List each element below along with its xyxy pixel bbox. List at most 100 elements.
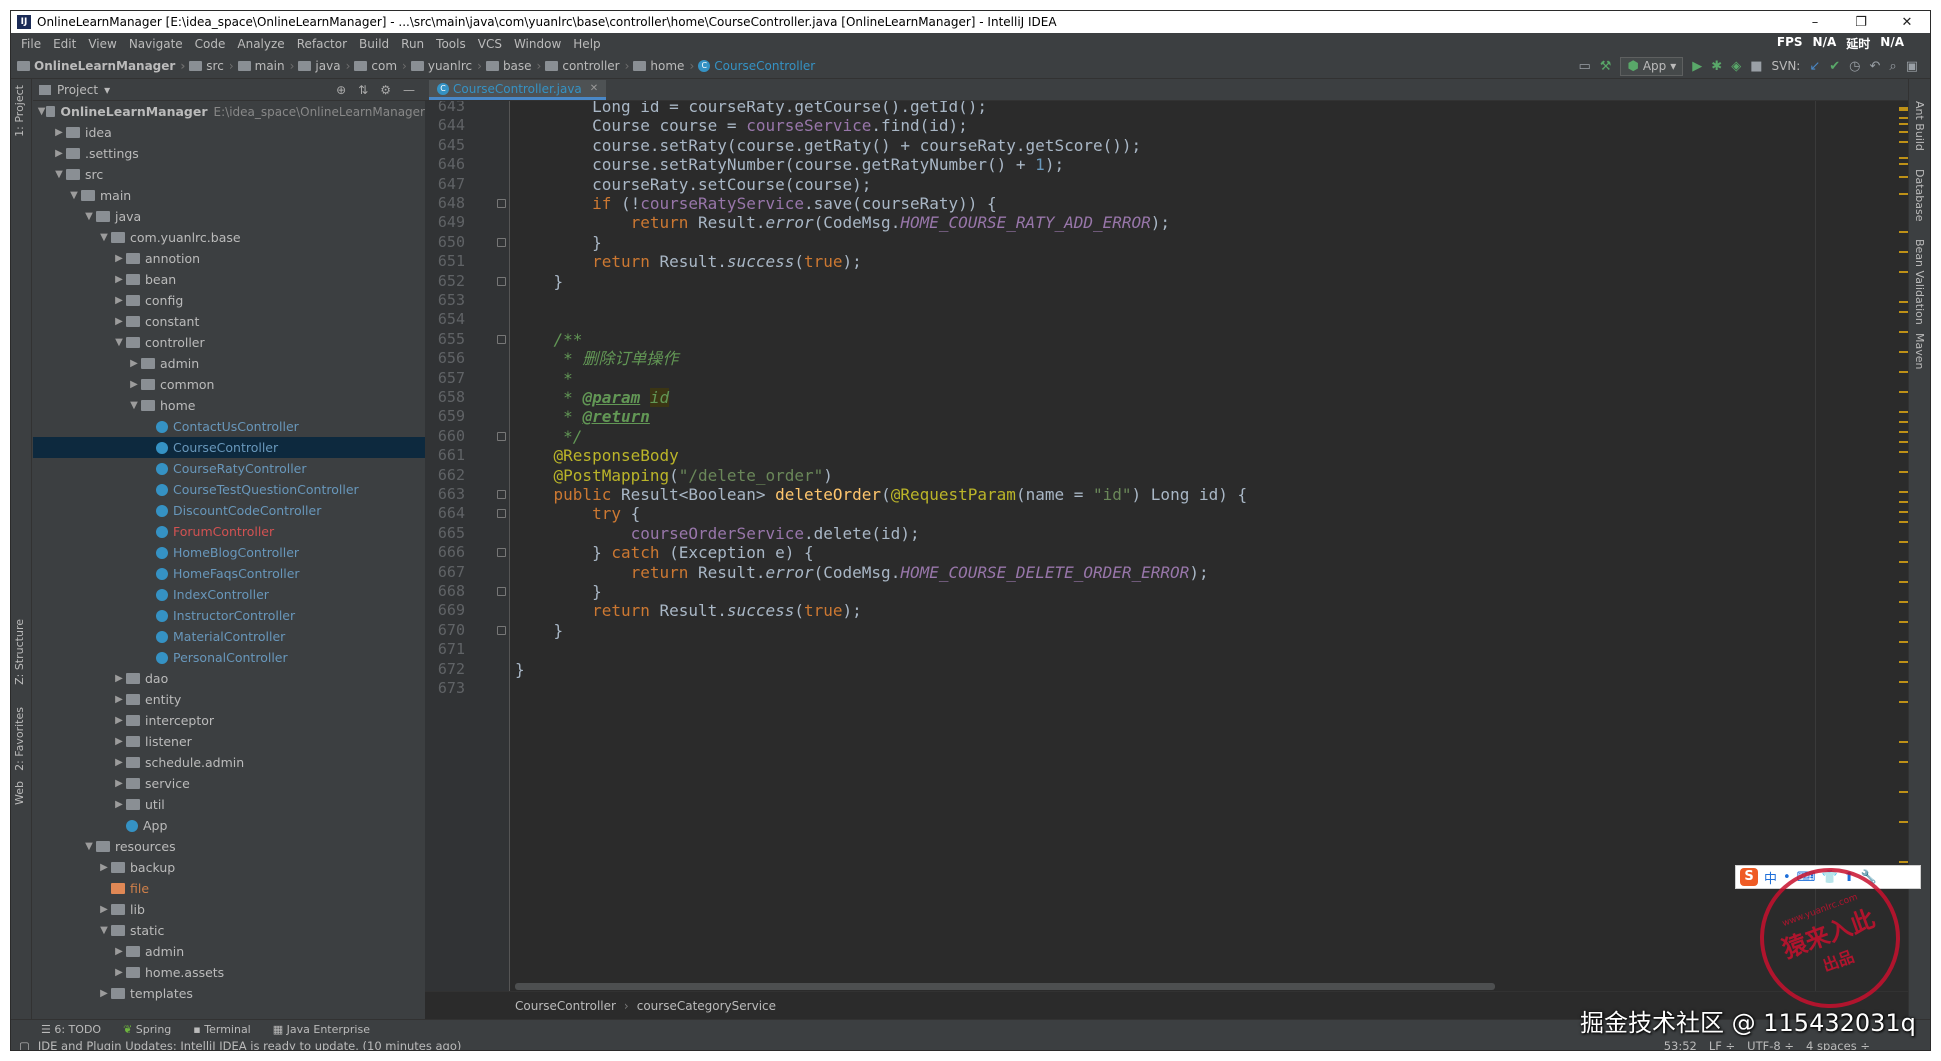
fold-icon[interactable] — [497, 490, 506, 499]
tree-folder-item[interactable]: ▼ main — [33, 185, 425, 206]
crumb-yuanlrc[interactable]: yuanlrc › — [410, 59, 482, 73]
stripe-marker[interactable] — [1899, 741, 1908, 743]
tree-folder-item[interactable]: ▼ resources — [33, 836, 425, 857]
tab-structure[interactable]: Z: Structure — [13, 619, 26, 685]
tree-folder-item[interactable]: ▼ java — [33, 206, 425, 227]
stripe-marker[interactable] — [1899, 861, 1908, 863]
tab-web[interactable]: Web — [13, 781, 26, 805]
expand-arrow-icon[interactable]: ▶ — [112, 316, 126, 327]
crumb-project[interactable]: OnlineLearnManager › — [17, 59, 185, 73]
indent-setting[interactable]: 4 spaces ÷ — [1806, 1039, 1870, 1051]
stripe-marker[interactable] — [1899, 701, 1908, 703]
svn-commit-icon[interactable]: ✔ — [1829, 59, 1840, 74]
history-icon[interactable]: ◷ — [1849, 59, 1860, 74]
expand-arrow-icon[interactable]: ▶ — [52, 148, 66, 159]
tree-class-item[interactable]: ContactUsController — [33, 416, 425, 437]
expand-arrow-icon[interactable]: ▼ — [82, 211, 96, 222]
stripe-marker[interactable] — [1899, 351, 1908, 353]
expand-arrow-icon[interactable]: ▶ — [112, 673, 126, 684]
tree-root[interactable]: ▼ OnlineLearnManager E:\idea_space\Onlin… — [33, 101, 425, 122]
status-message[interactable]: IDE and Plugin Updates: IntelliJ IDEA is… — [38, 1039, 462, 1051]
tree-folder-item[interactable]: ▼ com.yuanlrc.base — [33, 227, 425, 248]
close-tab-icon[interactable]: ✕ — [590, 83, 598, 94]
tree-class-item[interactable]: CourseTestQuestionController — [33, 479, 425, 500]
collapse-all-icon[interactable]: ⇅ — [358, 83, 368, 97]
menu-code[interactable]: Code — [189, 37, 232, 51]
chevron-down-icon[interactable]: ▾ — [104, 83, 110, 97]
stripe-marker[interactable] — [1899, 601, 1908, 603]
tool-spring[interactable]: ❦ Spring — [123, 1023, 171, 1036]
expand-arrow-icon[interactable]: ▶ — [112, 946, 126, 957]
tree-folder-item[interactable]: ▶ backup — [33, 857, 425, 878]
stripe-marker[interactable] — [1899, 176, 1908, 178]
layout-icon[interactable]: ▭ — [1579, 59, 1591, 74]
tab-ant-build[interactable]: Ant Build — [1913, 101, 1926, 151]
tree-folder-item[interactable]: ▶ home.assets — [33, 962, 425, 983]
tree-folder-item[interactable]: ▶ constant — [33, 311, 425, 332]
stripe-marker[interactable] — [1899, 391, 1908, 393]
tree-folder-item[interactable]: ▼ controller — [33, 332, 425, 353]
tree-folder-item[interactable]: ▶ bean — [33, 269, 425, 290]
tree-folder-item[interactable]: ▶ entity — [33, 689, 425, 710]
expand-arrow-icon[interactable]: ▶ — [97, 988, 111, 999]
fold-icon[interactable] — [497, 587, 506, 596]
tree-folder-item[interactable]: ▶ templates — [33, 983, 425, 1004]
crumb-base[interactable]: base › — [485, 59, 541, 73]
tree-folder-item[interactable]: ▶ admin — [33, 353, 425, 374]
gear-icon[interactable]: ⚙ — [380, 83, 391, 97]
stripe-marker[interactable] — [1899, 131, 1908, 133]
tree-folder-item[interactable]: ▶ lib — [33, 899, 425, 920]
stripe-marker[interactable] — [1899, 163, 1908, 165]
tool-java-enterprise[interactable]: ▦ Java Enterprise — [273, 1023, 370, 1036]
run-icon[interactable]: ▶ — [1692, 59, 1702, 74]
tree-folder-item[interactable]: ▶ admin — [33, 941, 425, 962]
menu-vcs[interactable]: VCS — [472, 37, 508, 51]
breadcrumb-member[interactable]: courseCategoryService — [637, 999, 776, 1013]
close-button[interactable]: ✕ — [1884, 15, 1930, 30]
hide-icon[interactable]: — — [403, 83, 415, 97]
project-view-select[interactable]: Project — [57, 83, 98, 97]
stripe-marker[interactable] — [1899, 371, 1908, 373]
expand-arrow-icon[interactable]: ▼ — [97, 232, 111, 243]
tree-folder-item[interactable]: ▶ .settings — [33, 143, 425, 164]
stripe-marker[interactable] — [1899, 431, 1908, 433]
tree-folder-item[interactable]: ▶ dao — [33, 668, 425, 689]
run-config-select[interactable]: ⬢ App ▾ — [1620, 56, 1684, 76]
expand-arrow-icon[interactable]: ▶ — [112, 715, 126, 726]
crumb-course-controller[interactable]: C CourseController — [698, 59, 815, 73]
menu-view[interactable]: View — [82, 37, 122, 51]
fold-icon[interactable] — [497, 625, 506, 635]
tree-class-item[interactable]: HomeFaqsController — [33, 563, 425, 584]
stripe-marker[interactable] — [1899, 123, 1908, 125]
expand-arrow-icon[interactable]: ▶ — [127, 358, 141, 369]
tree-folder-item[interactable]: ▶ listener — [33, 731, 425, 752]
expand-arrow-icon[interactable]: ▼ — [37, 106, 46, 117]
menu-edit[interactable]: Edit — [47, 37, 82, 51]
file-encoding[interactable]: UTF-8 ÷ — [1747, 1039, 1794, 1051]
tab-favorites[interactable]: 2: Favorites — [13, 707, 26, 771]
tree-folder-item[interactable]: ▶ interceptor — [33, 710, 425, 731]
tree-class-item[interactable]: InstructorController — [33, 605, 425, 626]
fold-icon[interactable] — [497, 334, 506, 344]
stripe-marker[interactable] — [1899, 511, 1908, 513]
tree-folder-item[interactable]: ▼ src — [33, 164, 425, 185]
stripe-marker[interactable] — [1899, 561, 1908, 563]
tree-class-item[interactable]: CourseController — [33, 437, 425, 458]
revert-icon[interactable]: ↶ — [1870, 59, 1881, 74]
expand-arrow-icon[interactable]: ▶ — [112, 757, 126, 768]
stripe-marker[interactable] — [1899, 411, 1908, 413]
tree-class-item[interactable]: ForumController — [33, 521, 425, 542]
stripe-marker[interactable] — [1899, 231, 1908, 233]
search-icon[interactable]: ⌕ — [1889, 59, 1896, 74]
tree-folder-item[interactable]: ▶ service — [33, 773, 425, 794]
tab-project[interactable]: 1: Project — [13, 85, 26, 137]
expand-arrow-icon[interactable]: ▶ — [112, 778, 126, 789]
expand-arrow-icon[interactable]: ▼ — [127, 400, 141, 411]
tree-folder-item[interactable]: ▶ common — [33, 374, 425, 395]
fold-icon[interactable] — [497, 548, 506, 558]
crumb-java[interactable]: java › — [298, 59, 350, 73]
expand-arrow-icon[interactable]: ▶ — [127, 379, 141, 390]
stripe-marker[interactable] — [1899, 301, 1908, 303]
menu-analyze[interactable]: Analyze — [231, 37, 290, 51]
stripe-marker[interactable] — [1899, 421, 1908, 423]
